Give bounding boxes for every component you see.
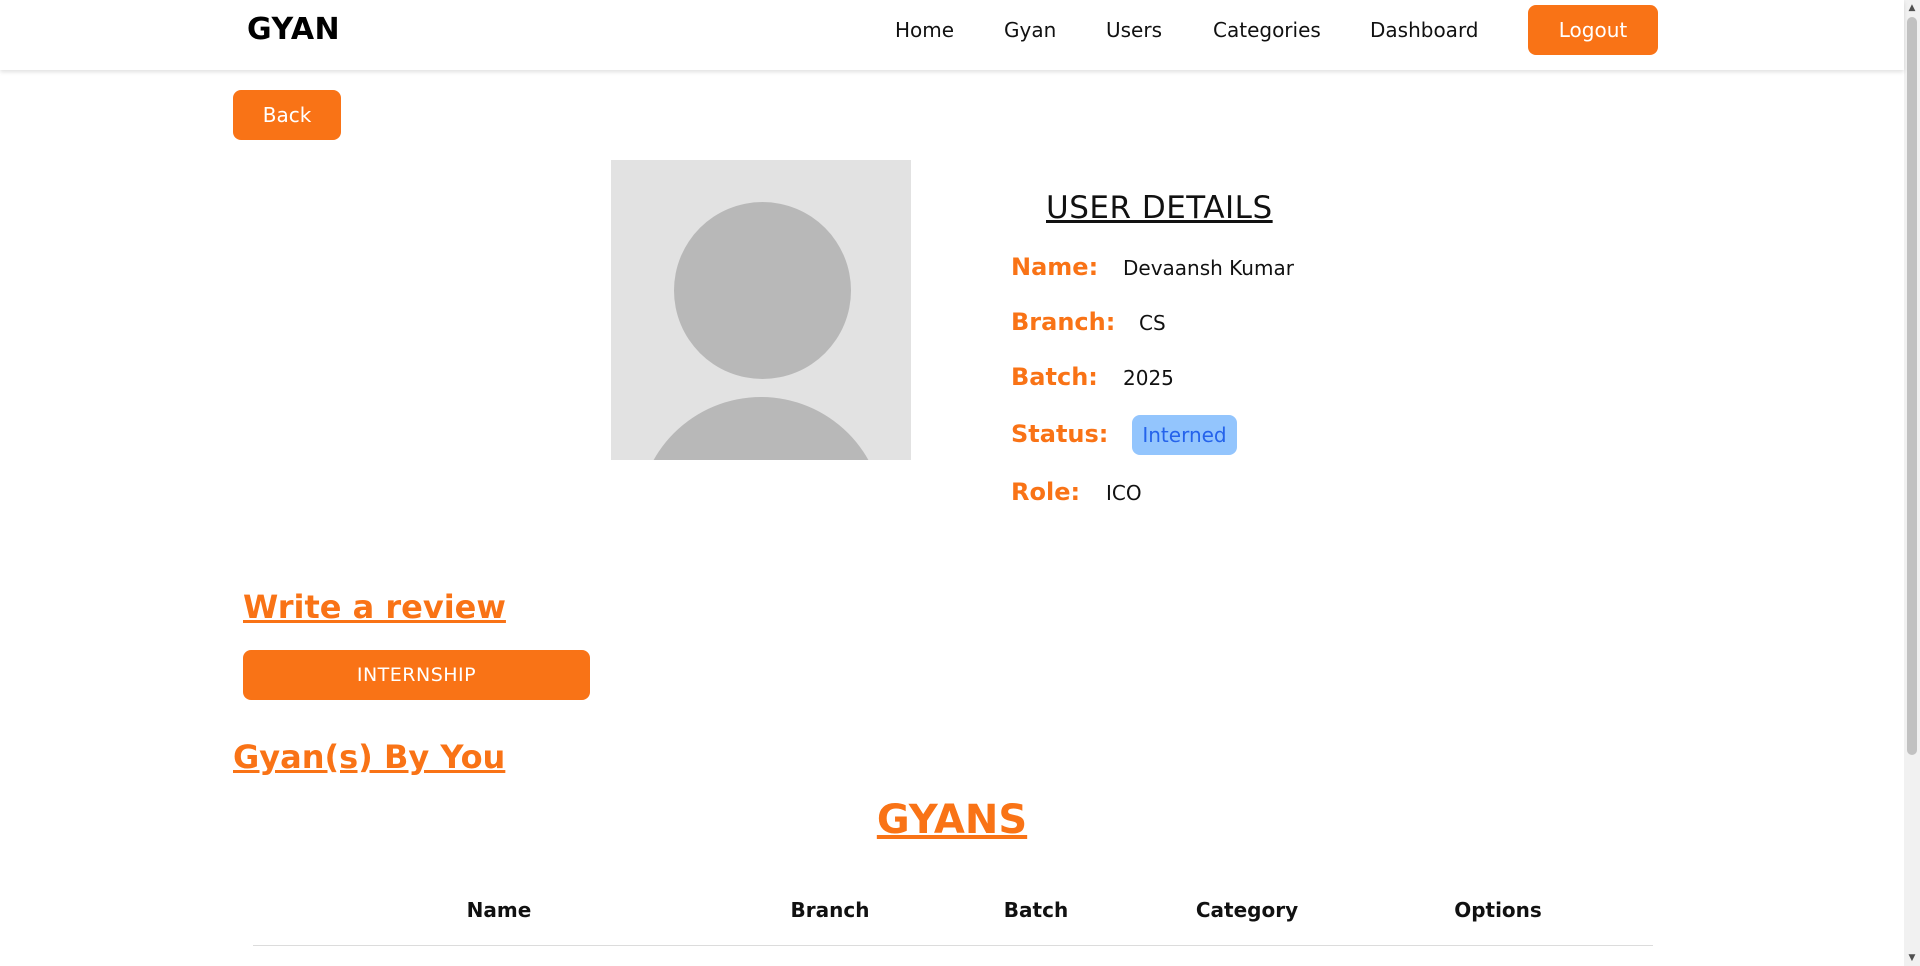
scroll-down-arrow-icon[interactable]: ▼ xyxy=(1904,950,1920,966)
avatar-head-shape xyxy=(674,202,851,379)
avatar-body-shape xyxy=(638,397,884,460)
nav-link-categories[interactable]: Categories xyxy=(1213,18,1321,42)
write-review-heading[interactable]: Write a review xyxy=(243,588,506,626)
column-header-options: Options xyxy=(1454,898,1542,922)
logout-button[interactable]: Logout xyxy=(1528,5,1658,55)
scrollbar-thumb[interactable] xyxy=(1907,17,1917,755)
table-header-divider xyxy=(253,945,1653,946)
user-details-title: USER DETAILS xyxy=(1046,190,1273,226)
back-button[interactable]: Back xyxy=(233,90,341,140)
top-navbar: GYAN Home Gyan Users Categories Dashboar… xyxy=(0,0,1904,70)
internship-review-button[interactable]: INTERNSHIP xyxy=(243,650,590,700)
status-badge: Interned xyxy=(1132,415,1237,455)
batch-value: 2025 xyxy=(1123,366,1174,390)
role-label: Role: xyxy=(1011,478,1081,506)
user-avatar-placeholder xyxy=(611,160,911,460)
page-scrollbar[interactable]: ▲ ▼ xyxy=(1904,0,1920,966)
nav-link-gyan[interactable]: Gyan xyxy=(1004,18,1056,42)
batch-label: Batch: xyxy=(1011,363,1098,391)
column-header-name: Name xyxy=(466,898,532,922)
column-header-category: Category xyxy=(1195,898,1299,922)
gyans-by-you-link[interactable]: Gyan(s) By You xyxy=(233,738,505,776)
nav-link-home[interactable]: Home xyxy=(895,18,954,42)
nav-link-dashboard[interactable]: Dashboard xyxy=(1370,18,1479,42)
role-value: ICO xyxy=(1106,481,1142,505)
nav-link-users[interactable]: Users xyxy=(1106,18,1162,42)
status-label: Status: xyxy=(1011,420,1109,448)
branch-value: CS xyxy=(1139,311,1166,335)
brand-logo[interactable]: GYAN xyxy=(247,12,340,47)
column-header-batch: Batch xyxy=(1003,898,1069,922)
gyans-table-title: GYANS xyxy=(876,797,1028,843)
column-header-branch: Branch xyxy=(790,898,870,922)
name-label: Name: xyxy=(1011,253,1099,281)
branch-label: Branch: xyxy=(1011,308,1116,336)
scroll-up-arrow-icon[interactable]: ▲ xyxy=(1904,0,1920,16)
name-value: Devaansh Kumar xyxy=(1123,256,1294,280)
